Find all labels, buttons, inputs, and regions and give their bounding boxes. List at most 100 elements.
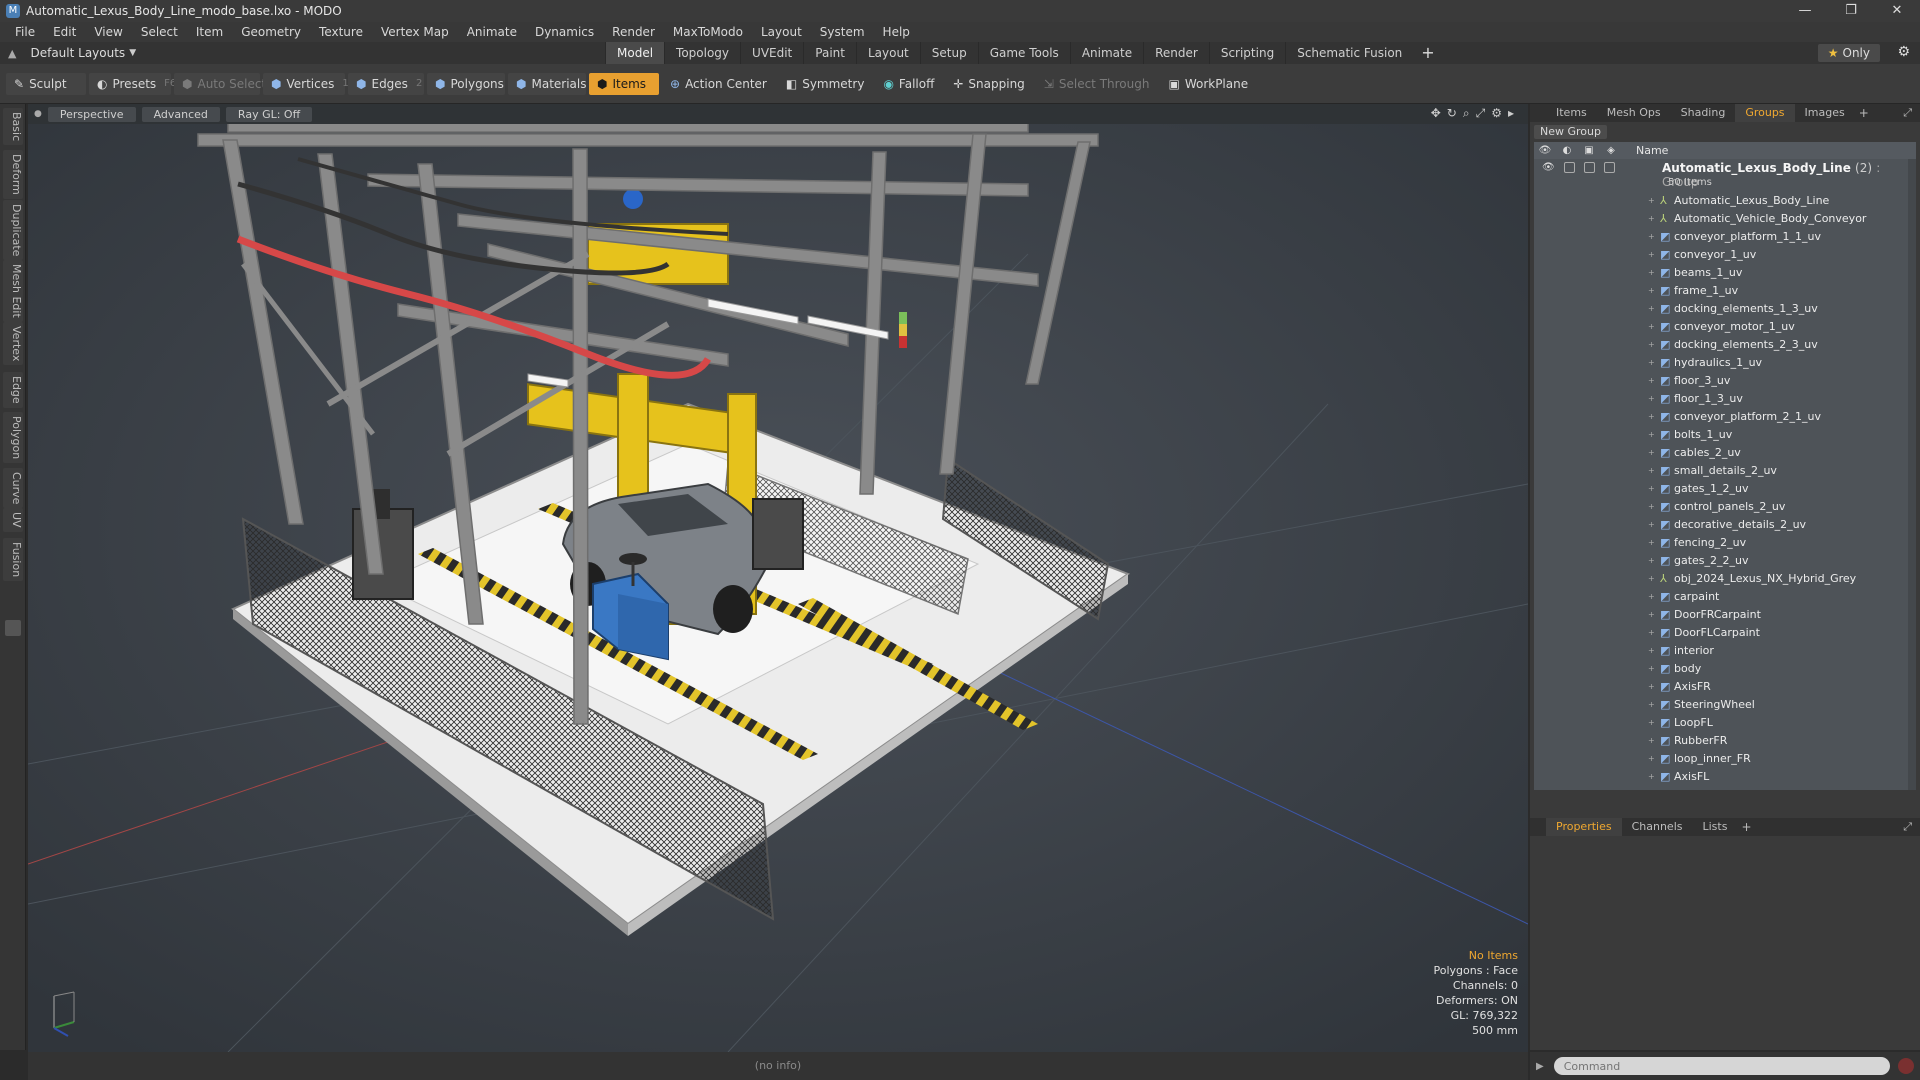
- maximize-button[interactable]: ❐: [1828, 0, 1874, 22]
- menu-edit[interactable]: Edit: [44, 25, 85, 39]
- items-button[interactable]: ⬢ Items: [589, 72, 659, 95]
- tab-topology[interactable]: Topology: [664, 42, 740, 64]
- list-item[interactable]: + ◩ conveyor_1_uv: [1534, 245, 1916, 263]
- menu-texture[interactable]: Texture: [310, 25, 372, 39]
- tab-game-tools[interactable]: Game Tools: [977, 42, 1070, 64]
- menu-maxtomodo[interactable]: MaxToModo: [664, 25, 752, 39]
- expand-icon[interactable]: +: [1648, 232, 1655, 241]
- properties-expand-icon[interactable]: ⤢: [1903, 820, 1912, 834]
- expand-icon[interactable]: +: [1648, 214, 1655, 223]
- tab-duplicate[interactable]: Duplicate: [3, 200, 23, 261]
- tab-uv[interactable]: UV: [3, 508, 23, 532]
- expand-icon[interactable]: +: [1648, 592, 1655, 601]
- list-item[interactable]: + ◩ small_details_2_uv: [1534, 461, 1916, 479]
- list-item[interactable]: + ◩ loop_inner_FL: [1534, 785, 1916, 791]
- tab-setup[interactable]: Setup: [919, 42, 978, 64]
- menu-system[interactable]: System: [811, 25, 874, 39]
- tab-fusion[interactable]: Fusion: [3, 538, 23, 582]
- list-item[interactable]: + ◩ cables_2_uv: [1534, 443, 1916, 461]
- gear-icon[interactable]: ⚙: [1897, 44, 1910, 60]
- expand-icon[interactable]: +: [1648, 250, 1655, 259]
- layout-toggle-icon[interactable]: ▲: [8, 47, 16, 60]
- command-history-icon[interactable]: ▶: [1536, 1061, 1544, 1072]
- list-item[interactable]: + ◩ bolts_1_uv: [1534, 425, 1916, 443]
- menu-select[interactable]: Select: [132, 25, 187, 39]
- viewport-expand-icon[interactable]: ▸: [1508, 106, 1514, 121]
- vertices-button[interactable]: ⬢ Vertices 1: [263, 72, 349, 95]
- symmetry-button[interactable]: ◧ Symmetry: [778, 73, 873, 95]
- name-column-header[interactable]: Name: [1636, 144, 1668, 157]
- falloff-button[interactable]: ◉ Falloff: [875, 73, 942, 95]
- render-column-icon[interactable]: ◐: [1556, 145, 1578, 156]
- 3d-viewport[interactable]: ● Perspective Advanced Ray GL: Off ✥ ↻ ⌕…: [28, 104, 1528, 1052]
- menu-item[interactable]: Item: [187, 25, 232, 39]
- tab-lists[interactable]: Lists: [1693, 818, 1738, 836]
- list-item[interactable]: + ◩ gates_2_2_uv: [1534, 551, 1916, 569]
- tab-layout[interactable]: Layout: [855, 42, 920, 64]
- expand-icon[interactable]: +: [1648, 304, 1655, 313]
- lock-column-icon[interactable]: ▣: [1578, 145, 1600, 156]
- tab-paint[interactable]: Paint: [803, 42, 856, 64]
- presets-button[interactable]: ◐ Presets F6: [89, 72, 176, 95]
- tab-images[interactable]: Images: [1795, 104, 1855, 122]
- tab-mesh-ops[interactable]: Mesh Ops: [1597, 104, 1671, 122]
- viewport-gear-icon[interactable]: ⚙: [1491, 106, 1502, 121]
- expand-icon[interactable]: +: [1648, 268, 1655, 277]
- list-item[interactable]: + ◩ LoopFL: [1534, 713, 1916, 731]
- list-item[interactable]: + ⅄ Automatic_Vehicle_Body_Conveyor: [1534, 209, 1916, 227]
- menu-file[interactable]: File: [6, 25, 44, 39]
- list-item[interactable]: + ◩ DoorFLCarpaint: [1534, 623, 1916, 641]
- tab-curve[interactable]: Curve: [3, 468, 23, 509]
- expand-icon[interactable]: +: [1648, 430, 1655, 439]
- tab-edge[interactable]: Edge: [3, 372, 23, 408]
- ray-gl-button[interactable]: Ray GL: Off: [225, 106, 313, 122]
- add-tab-button[interactable]: +: [1413, 42, 1442, 64]
- expand-icon[interactable]: +: [1648, 394, 1655, 403]
- list-item[interactable]: + ◩ SteeringWheel: [1534, 695, 1916, 713]
- expand-icon[interactable]: +: [1648, 286, 1655, 295]
- command-input[interactable]: [1553, 1057, 1890, 1075]
- list-item[interactable]: + ⅄ obj_2024_Lexus_NX_Hybrid_Grey: [1534, 569, 1916, 587]
- list-item[interactable]: + ◩ conveyor_platform_1_1_uv: [1534, 227, 1916, 245]
- list-item[interactable]: + ◩ RubberFR: [1534, 731, 1916, 749]
- menu-dynamics[interactable]: Dynamics: [526, 25, 603, 39]
- expand-icon[interactable]: +: [1648, 322, 1655, 331]
- tab-schematic-fusion[interactable]: Schematic Fusion: [1285, 42, 1413, 64]
- expand-icon[interactable]: +: [1648, 754, 1655, 763]
- only-button[interactable]: ★ Only: [1817, 44, 1880, 62]
- render-toggle[interactable]: [1564, 162, 1575, 173]
- expand-icon[interactable]: +: [1648, 628, 1655, 637]
- expand-icon[interactable]: +: [1648, 448, 1655, 457]
- view-advanced-button[interactable]: Advanced: [141, 106, 220, 122]
- scene-render[interactable]: [28, 104, 1528, 1052]
- list-item[interactable]: + ◩ interior: [1534, 641, 1916, 659]
- lock-toggle[interactable]: [1584, 162, 1595, 173]
- expand-icon[interactable]: +: [1648, 520, 1655, 529]
- list-item[interactable]: + ◩ conveyor_motor_1_uv: [1534, 317, 1916, 335]
- expand-icon[interactable]: +: [1648, 718, 1655, 727]
- visibility-column-icon[interactable]: 👁: [1534, 145, 1556, 156]
- action-center-button[interactable]: ⊕ Action Center: [662, 73, 775, 95]
- group-row[interactable]: 👁 Automatic_Lexus_Body_Line (2) : Group: [1534, 159, 1916, 189]
- select-through-button[interactable]: ⇲ Select Through: [1036, 73, 1158, 95]
- select-column-icon[interactable]: ◈: [1600, 145, 1622, 156]
- expand-icon[interactable]: +: [1648, 682, 1655, 691]
- list-item[interactable]: + ◩ docking_elements_1_3_uv: [1534, 299, 1916, 317]
- tab-properties[interactable]: Properties: [1546, 818, 1622, 836]
- auto-select-button[interactable]: ⬢ Auto Select: [174, 72, 266, 95]
- sculpt-button[interactable]: ✎ Sculpt: [6, 72, 86, 95]
- tab-render[interactable]: Render: [1143, 42, 1209, 64]
- tab-vertex[interactable]: Vertex: [3, 322, 23, 366]
- list-item[interactable]: + ◩ docking_elements_2_3_uv: [1534, 335, 1916, 353]
- materials-button[interactable]: ⬢ Materials: [508, 72, 587, 95]
- tab-groups[interactable]: Groups: [1735, 104, 1795, 122]
- list-item[interactable]: + ◩ fencing_2_uv: [1534, 533, 1916, 551]
- list-item[interactable]: + ◩ beams_1_uv: [1534, 263, 1916, 281]
- expand-icon[interactable]: +: [1648, 610, 1655, 619]
- expand-icon[interactable]: +: [1648, 376, 1655, 385]
- menu-help[interactable]: Help: [874, 25, 919, 39]
- tab-shading[interactable]: Shading: [1671, 104, 1736, 122]
- list-item[interactable]: + ◩ conveyor_platform_2_1_uv: [1534, 407, 1916, 425]
- expand-icon[interactable]: +: [1648, 790, 1655, 791]
- close-button[interactable]: ✕: [1874, 0, 1920, 22]
